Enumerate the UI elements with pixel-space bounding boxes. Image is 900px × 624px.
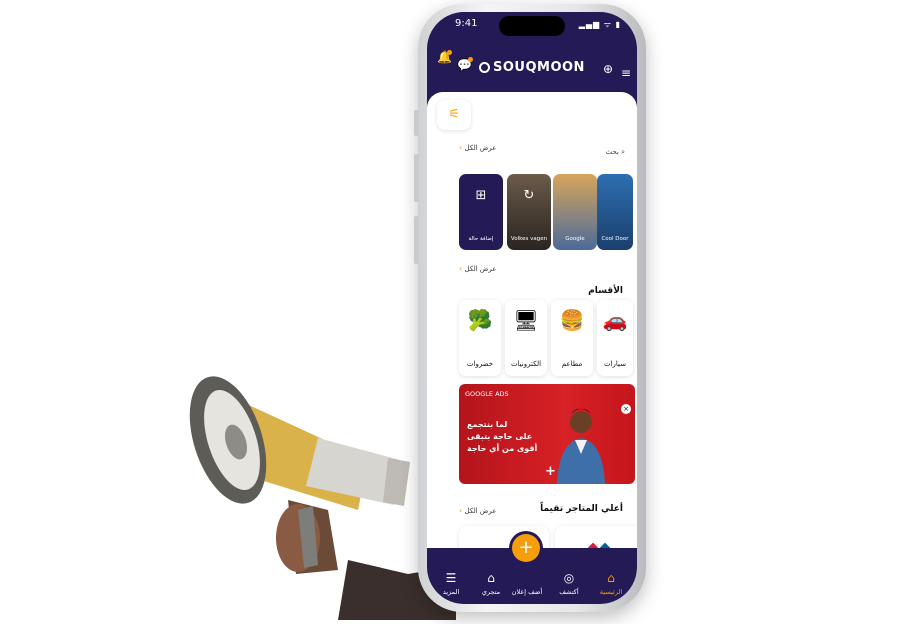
search-view-all-link[interactable]: ‹ عرض الكل [459, 143, 496, 152]
story-label: Google [565, 236, 585, 242]
refresh-icon: ↻ [523, 188, 535, 203]
category-label: مطاعم [561, 360, 583, 368]
chevron-left-icon: ‹ [459, 143, 463, 152]
globe-icon[interactable]: ⊕ [603, 62, 613, 76]
ad-person-image [557, 408, 605, 484]
category-vegetables[interactable]: 🥦 خضروات [459, 300, 501, 376]
ad-tag: GOOGLE ADS [465, 390, 509, 398]
add-icon: ⊞ [475, 188, 487, 203]
tab-label: الرئيسية [599, 588, 623, 596]
story-label: Volkes vagen [510, 236, 548, 242]
compass-icon: ◎ [563, 571, 575, 585]
vegetables-icon: 🥦 [467, 308, 493, 332]
dynamic-island [499, 16, 565, 36]
ad-line: على حاجة بتبقى [467, 432, 533, 441]
category-label: سيارات [603, 360, 627, 368]
tab-label: متجري [481, 588, 501, 596]
story-volkswagen[interactable]: ↻ Volkes vagen [507, 174, 551, 250]
status-time: 9:41 [455, 18, 478, 29]
tab-label: أكتشف [559, 588, 579, 596]
phone-frame: 9:41 ▂▄▆ ᯤ ▮ 🔔 💬 SOUQMOON ⊕ ≡ ⚟ ‹ عرض ال… [414, 4, 646, 612]
tab-more[interactable]: ☰ المزيد [431, 571, 471, 596]
categories-title: الأقسام [588, 286, 623, 296]
tab-my-store[interactable]: ⌂ متجري [471, 571, 511, 596]
category-electronics[interactable]: 🖥 الكترونيات [505, 300, 547, 376]
chevron-left-icon: ‹ [459, 506, 463, 515]
tab-label: أضف إعلان [511, 588, 543, 596]
story-label: إضافة حالة [468, 236, 494, 242]
cars-icon: 🚗 [602, 308, 628, 332]
brand-name: SOUQMOON [493, 60, 585, 75]
category-cars[interactable]: 🚗 سيارات [597, 300, 633, 376]
phone-screen: 9:41 ▂▄▆ ᯤ ▮ 🔔 💬 SOUQMOON ⊕ ≡ ⚟ ‹ عرض ال… [427, 12, 637, 604]
ad-banner[interactable]: GOOGLE ADS × لما بنتجمع على حاجة بتبقى أ… [459, 384, 635, 484]
phone-side-button [414, 154, 419, 202]
ad-plus: + [545, 464, 556, 479]
view-all-label: عرض الكل [464, 144, 497, 152]
notification-badge [447, 50, 452, 55]
store-icon: ⌂ [487, 571, 495, 585]
home-content: ⚟ ‹ عرض الكل بحث ⌕ ⊞ إضافة حالة ↻ Volkes… [427, 92, 637, 576]
category-label: الكترونيات [510, 360, 542, 368]
story-add[interactable]: ⊞ إضافة حالة [459, 174, 503, 250]
status-indicators: ▂▄▆ ᯤ ▮ [578, 20, 621, 29]
tab-home[interactable]: ⌂ الرئيسية [591, 571, 631, 596]
megaphone-illustration [189, 376, 456, 620]
phone-side-button [414, 216, 419, 264]
brand-logo[interactable]: SOUQMOON [479, 60, 585, 75]
top-stores-title: أعلي المتاجر تقيماً [540, 504, 623, 514]
status-bar: 9:41 ▂▄▆ ᯤ ▮ [427, 12, 637, 40]
ad-line: أقوى من أي حاجة [467, 444, 538, 453]
stores-view-all-link[interactable]: ‹ عرض الكل [459, 506, 496, 515]
bottom-tab-bar: ☰ المزيد ⌂ متجري + أضف إعلان ◎ أكتشف ⌂ ا… [427, 534, 637, 604]
search-label: بحث [605, 148, 619, 156]
logo-mark-icon [479, 62, 490, 73]
sliders-icon: ⚟ [448, 107, 460, 122]
chat-badge [468, 57, 473, 62]
menu-icon[interactable]: ≡ [621, 66, 631, 80]
tab-label: المزيد [442, 588, 460, 596]
view-all-label: عرض الكل [464, 507, 497, 515]
story-label: Cool Door [601, 236, 629, 242]
story-google[interactable]: Google [553, 174, 597, 250]
close-icon[interactable]: × [621, 404, 631, 414]
ad-line: لما بنتجمع [467, 420, 508, 429]
chevron-left-icon: ‹ [459, 264, 463, 273]
search-bar[interactable]: بحث ⌕ [606, 148, 626, 157]
home-icon: ⌂ [607, 571, 615, 585]
story-cool-door[interactable]: Cool Door [597, 174, 633, 250]
electronics-icon: 🖥 [513, 308, 539, 332]
search-icon: ⌕ [621, 148, 625, 156]
phone-side-button [414, 110, 419, 136]
stories-view-all-link[interactable]: ‹ عرض الكل [459, 264, 496, 273]
category-label: خضروات [466, 360, 494, 368]
add-ad-button[interactable]: + [512, 534, 540, 562]
tab-discover[interactable]: ◎ أكتشف [549, 571, 589, 596]
category-restaurants[interactable]: 🍔 مطاعم [551, 300, 593, 376]
view-all-label: عرض الكل [464, 265, 497, 273]
filter-button[interactable]: ⚟ [437, 100, 471, 130]
menu-icon: ☰ [445, 571, 457, 585]
tab-add-ad[interactable]: أضف إعلان [507, 588, 547, 596]
restaurants-icon: 🍔 [559, 308, 585, 332]
